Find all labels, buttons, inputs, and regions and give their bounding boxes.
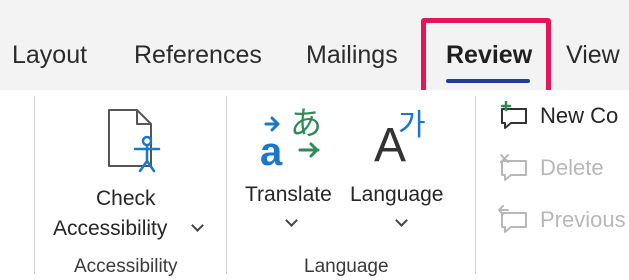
group-separator — [226, 96, 227, 274]
check-accessibility-label-line2: Accessibility — [53, 217, 168, 240]
chevron-down-icon — [395, 214, 408, 227]
check-accessibility-label-line1: Check — [96, 187, 156, 210]
group-separator — [475, 96, 476, 274]
previous-comment-icon — [497, 205, 531, 235]
accessibility-check-icon — [103, 108, 163, 174]
tab-view[interactable]: View — [566, 41, 620, 70]
chevron-down-icon — [285, 214, 298, 227]
translate-icon-latin: a — [260, 130, 283, 174]
language-icon: A 가 — [374, 104, 440, 172]
language-icon-hangul: 가 — [398, 108, 426, 143]
delete-comment-icon — [497, 153, 531, 183]
check-accessibility-button[interactable]: Check Accessibility — [48, 100, 218, 250]
tab-mailings[interactable]: Mailings — [306, 41, 398, 70]
tab-references[interactable]: References — [134, 41, 262, 70]
review-tab-highlight-box — [421, 18, 551, 95]
review-ribbon: Check Accessibility Accessibility a あ Tr… — [0, 90, 629, 280]
new-comment-icon — [497, 101, 531, 131]
translate-button[interactable]: a あ Translate — [240, 98, 340, 248]
accessibility-group-label: Accessibility — [74, 256, 178, 277]
previous-comment-button[interactable]: Previous — [497, 205, 629, 237]
language-label: Language — [350, 183, 444, 206]
previous-comment-label: Previous — [540, 207, 626, 232]
new-comment-button[interactable]: New Co — [497, 101, 629, 133]
translate-label: Translate — [245, 183, 332, 206]
group-separator — [34, 96, 35, 274]
language-button[interactable]: A 가 Language — [346, 98, 458, 248]
chevron-down-icon — [191, 219, 204, 232]
translate-icon: a あ — [260, 104, 326, 174]
tab-layout[interactable]: Layout — [12, 41, 87, 70]
delete-comment-label: Delete — [540, 155, 604, 180]
delete-comment-button[interactable]: Delete — [497, 153, 629, 185]
translate-icon-kana: あ — [290, 104, 323, 142]
new-comment-label: New Co — [540, 103, 619, 128]
language-group-label: Language — [304, 256, 389, 277]
